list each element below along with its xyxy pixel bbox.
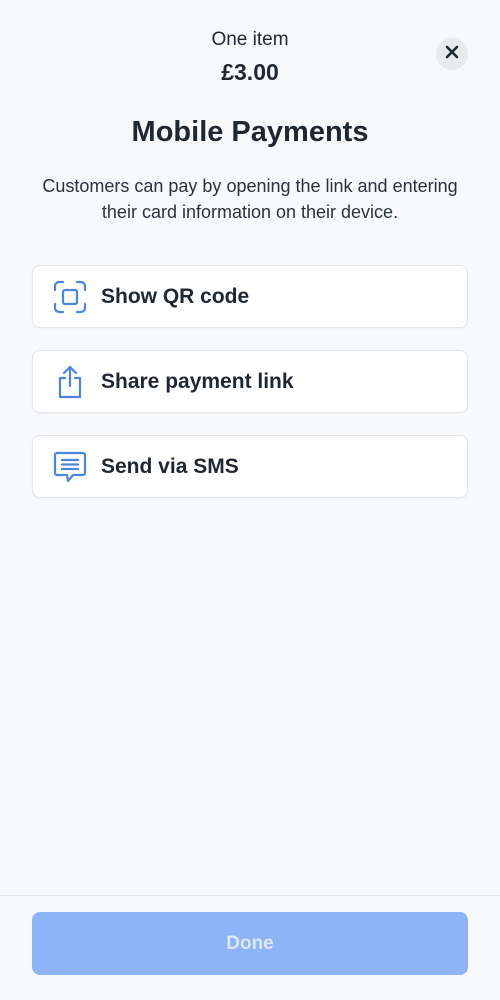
close-icon bbox=[445, 45, 459, 64]
show-qr-code-label: Show QR code bbox=[101, 284, 250, 308]
item-count: One item bbox=[211, 29, 289, 50]
message-icon bbox=[52, 449, 88, 485]
page-description: Customers can pay by opening the link an… bbox=[42, 176, 458, 222]
send-via-sms-button[interactable]: Send via SMS bbox=[32, 435, 468, 498]
close-button[interactable] bbox=[436, 38, 468, 70]
share-payment-link-button[interactable]: Share payment link bbox=[32, 350, 468, 413]
page-title: Mobile Payments bbox=[131, 116, 369, 148]
send-via-sms-label: Send via SMS bbox=[101, 454, 239, 478]
done-button[interactable]: Done bbox=[32, 912, 468, 975]
footer: Done bbox=[0, 895, 500, 1000]
header: One item £3.00 bbox=[0, 0, 500, 100]
share-payment-link-label: Share payment link bbox=[101, 369, 294, 393]
order-total: £3.00 bbox=[221, 59, 279, 85]
qr-code-icon bbox=[52, 279, 88, 315]
share-icon bbox=[52, 364, 88, 400]
payment-options-list: Show QR code Share payment link Send via… bbox=[32, 265, 468, 520]
show-qr-code-button[interactable]: Show QR code bbox=[32, 265, 468, 328]
